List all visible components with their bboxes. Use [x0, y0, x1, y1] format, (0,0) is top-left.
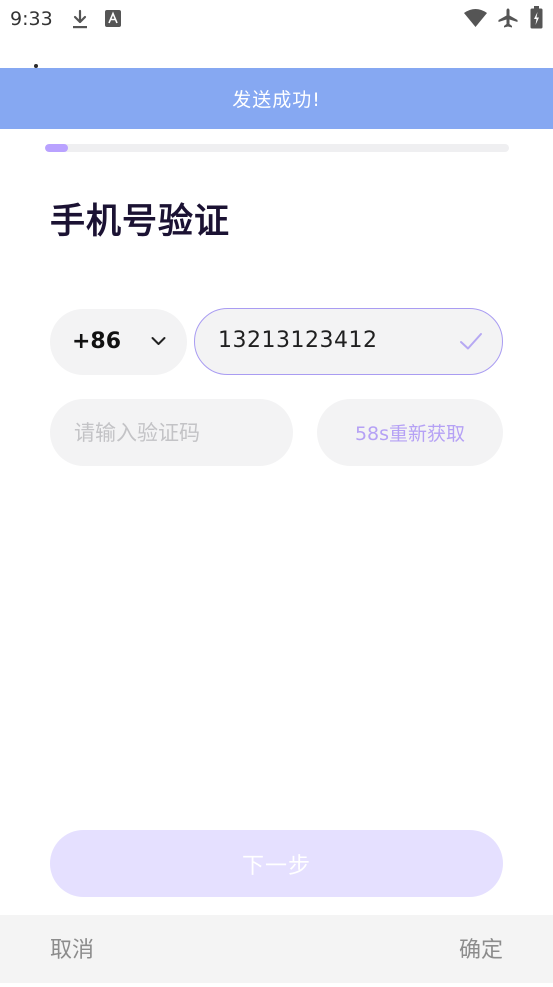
next-step-button[interactable]: 下一步 [50, 830, 503, 897]
status-bar: 9:33 [0, 0, 553, 38]
phone-number-field[interactable]: 13213123412 [194, 308, 503, 375]
confirm-button[interactable]: 确定 [459, 915, 503, 987]
page-title: 手机号验证 [50, 202, 231, 242]
country-code-value: +86 [72, 329, 122, 354]
cancel-button[interactable]: 取消 [50, 915, 94, 987]
wifi-icon [464, 9, 487, 27]
toast-message: 发送成功! [0, 68, 553, 129]
phone-number-value: 13213123412 [218, 328, 378, 353]
status-time: 9:33 [10, 8, 53, 30]
verification-code-field[interactable] [50, 399, 293, 466]
progress-fill [45, 144, 69, 152]
verification-code-input[interactable] [74, 399, 274, 466]
check-icon [460, 333, 482, 350]
airplane-mode-icon [498, 8, 518, 28]
keyboard-a-icon [105, 10, 121, 27]
download-icon [73, 9, 87, 29]
battery-icon [530, 6, 543, 29]
country-code-select[interactable]: +86 [50, 309, 187, 375]
resend-code-button[interactable]: 58s重新获取 [317, 399, 503, 466]
chevron-down-icon [151, 337, 166, 345]
progress-bar [45, 144, 509, 152]
bottom-action-bar: 取消 确定 [0, 915, 553, 983]
